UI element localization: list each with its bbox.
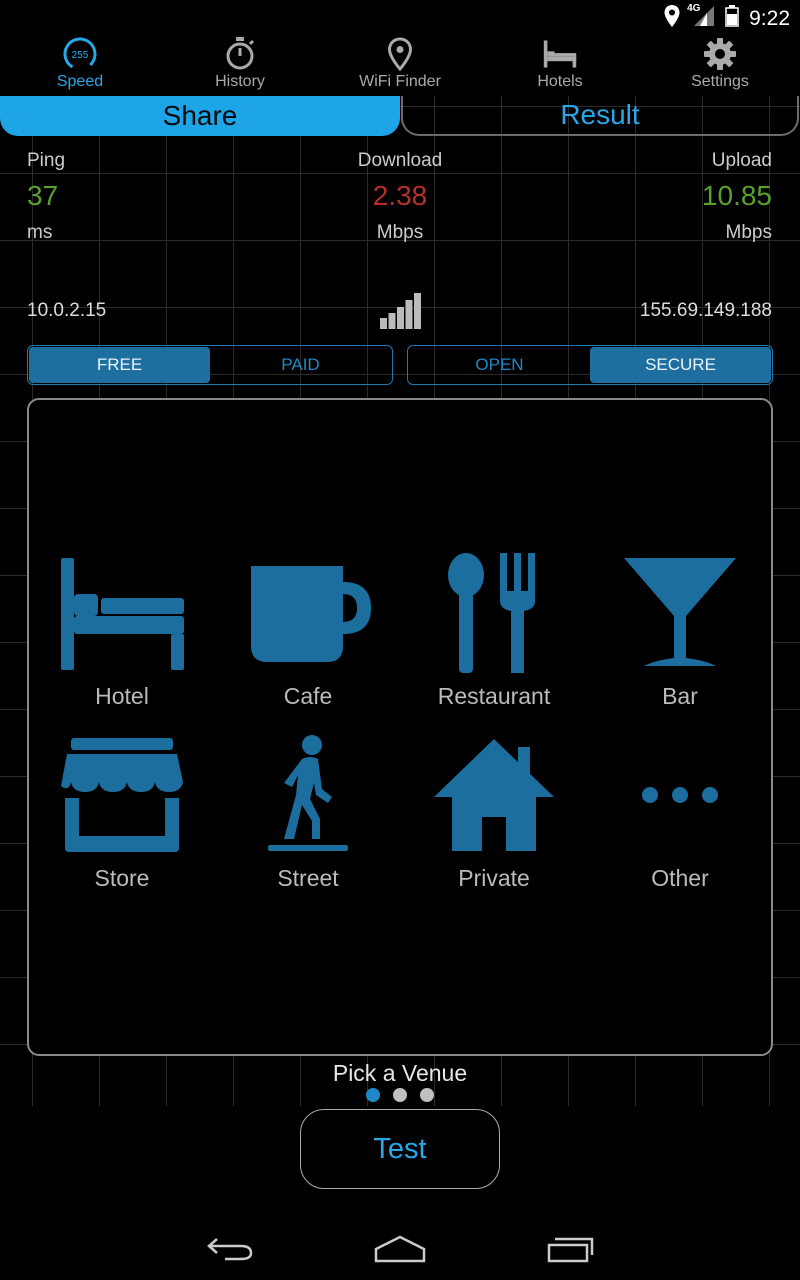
cost-toggle: FREE PAID: [27, 345, 393, 385]
nav-settings[interactable]: Settings: [640, 36, 800, 94]
venue-store-label: Store: [94, 865, 150, 891]
venue-cafe-label: Cafe: [283, 683, 333, 709]
ping-unit: ms: [27, 222, 53, 243]
test-button[interactable]: Test: [300, 1109, 500, 1189]
venue-restaurant-label: Restaurant: [437, 683, 551, 709]
system-navigation-bar: [0, 1216, 800, 1280]
bed-icon: [542, 36, 578, 72]
ping-metric: Ping 37 ms: [27, 150, 65, 244]
venue-other[interactable]: Other: [587, 732, 773, 914]
nav-speed-label: Speed: [56, 73, 104, 90]
venue-restaurant[interactable]: Restaurant: [401, 550, 587, 732]
map-pin-icon: [382, 36, 418, 72]
open-toggle[interactable]: OPEN: [409, 347, 590, 383]
utensils-icon: [429, 550, 559, 675]
house-icon: [429, 732, 559, 857]
mug-icon: [243, 550, 373, 675]
venue-cafe[interactable]: Cafe: [215, 550, 401, 732]
free-toggle[interactable]: FREE: [29, 347, 210, 383]
ip-row: 10.0.2.15 155.69.149.188: [0, 290, 800, 332]
speed-gauge-value: 255: [72, 50, 89, 61]
tab-share[interactable]: Share: [0, 96, 400, 136]
download-value: 2.38: [372, 180, 428, 211]
gear-icon: [702, 36, 738, 72]
nav-hotels-label: Hotels: [537, 73, 583, 90]
speedometer-icon: 255: [62, 36, 98, 72]
nav-wifi-finder[interactable]: WiFi Finder: [320, 36, 480, 94]
battery-icon: [725, 5, 739, 32]
tab-result[interactable]: Result: [401, 96, 799, 136]
security-toggle: OPEN SECURE: [407, 345, 773, 385]
back-icon[interactable]: [200, 1230, 260, 1266]
signal-strength-icon: [379, 292, 423, 330]
storefront-icon: [57, 732, 187, 857]
bed-icon: [57, 550, 187, 675]
home-icon[interactable]: [370, 1230, 430, 1266]
upload-metric: Upload 10.85 Mbps: [702, 150, 772, 244]
download-unit: Mbps: [376, 222, 424, 243]
venue-street[interactable]: Street: [215, 732, 401, 914]
venue-picker-panel: Hotel Cafe Restaurant Bar Store Street P…: [27, 398, 773, 1056]
venue-street-label: Street: [277, 865, 339, 891]
venue-store[interactable]: Store: [29, 732, 215, 914]
nav-history[interactable]: History: [160, 36, 320, 94]
secure-toggle[interactable]: SECURE: [590, 347, 771, 383]
venue-bar-label: Bar: [662, 683, 698, 709]
location-icon: [663, 4, 681, 33]
upload-value: 10.85: [701, 180, 772, 211]
speed-metrics: Ping 37 ms Download 2.38 Mbps Upload 10.…: [0, 150, 800, 270]
top-navigation: 255 Speed History WiFi Finder Hotels Set…: [0, 36, 800, 94]
stopwatch-icon: [222, 36, 258, 72]
venue-hotel[interactable]: Hotel: [29, 550, 215, 732]
page-indicator: [366, 1088, 434, 1102]
recent-apps-icon[interactable]: [540, 1230, 600, 1266]
local-ip: 10.0.2.15: [27, 300, 107, 321]
share-result-tabs: Share Result: [0, 96, 800, 138]
venue-hotel-label: Hotel: [95, 683, 149, 709]
status-bar: 4G 9:22: [0, 0, 800, 34]
page-dot-1[interactable]: [366, 1088, 380, 1102]
more-dots-icon: [615, 732, 745, 857]
nav-history-label: History: [215, 73, 265, 90]
pedestrian-icon: [243, 732, 373, 857]
download-label: Download: [357, 150, 443, 171]
nav-speed[interactable]: 255 Speed: [0, 36, 160, 94]
ping-value: 37: [27, 180, 59, 211]
venue-private-label: Private: [458, 865, 530, 891]
nav-wifi-finder-label: WiFi Finder: [359, 73, 441, 90]
page-dot-2[interactable]: [393, 1088, 407, 1102]
venue-private[interactable]: Private: [401, 732, 587, 914]
nav-hotels[interactable]: Hotels: [480, 36, 640, 94]
clock: 9:22: [749, 6, 790, 30]
pick-venue-label: Pick a Venue: [332, 1060, 468, 1086]
nav-settings-label: Settings: [691, 73, 749, 90]
cocktail-icon: [615, 550, 745, 675]
venue-grid: Hotel Cafe Restaurant Bar Store Street P…: [29, 550, 775, 914]
cell-signal-icon: 4G: [687, 3, 715, 32]
download-metric: Download 2.38 Mbps: [300, 150, 500, 244]
ping-label: Ping: [27, 150, 66, 171]
venue-other-label: Other: [651, 865, 709, 891]
network-type-label: 4G: [687, 3, 701, 14]
upload-unit: Mbps: [725, 222, 772, 243]
paid-toggle[interactable]: PAID: [210, 347, 391, 383]
remote-ip: 155.69.149.188: [639, 300, 772, 321]
upload-label: Upload: [711, 150, 772, 171]
venue-bar[interactable]: Bar: [587, 550, 773, 732]
page-dot-3[interactable]: [420, 1088, 434, 1102]
